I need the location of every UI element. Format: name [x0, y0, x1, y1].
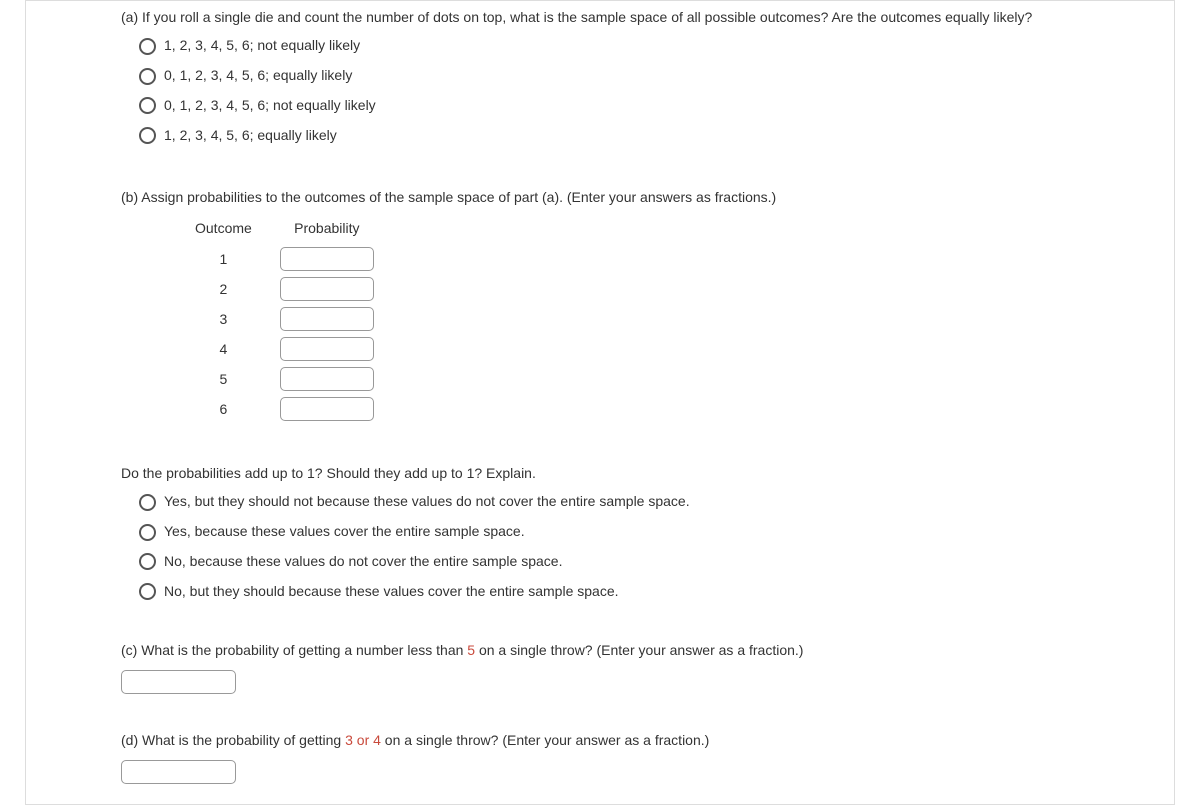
probability-input-3[interactable]: [280, 307, 374, 331]
outcome-cell: 3: [181, 304, 266, 334]
radio-icon[interactable]: [139, 127, 156, 144]
table-row: 6: [181, 394, 388, 424]
option-label: No, but they should because these values…: [164, 580, 619, 604]
part-c-prefix: (c) What is the probability of getting a…: [121, 642, 467, 658]
header-outcome: Outcome: [181, 216, 266, 244]
outcome-cell: 2: [181, 274, 266, 304]
part-c-highlight: 5: [467, 642, 475, 658]
header-probability: Probability: [266, 216, 388, 244]
question-container: (a) If you roll a single die and count t…: [25, 0, 1175, 805]
part-a-option-2[interactable]: 0, 1, 2, 3, 4, 5, 6; not equally likely: [139, 94, 1079, 118]
followup-option-3[interactable]: No, but they should because these values…: [139, 580, 1079, 604]
radio-icon[interactable]: [139, 553, 156, 570]
probability-table: Outcome Probability 1 2 3 4 5: [181, 216, 388, 424]
outcome-cell: 5: [181, 364, 266, 394]
radio-icon[interactable]: [139, 524, 156, 541]
table-row: 5: [181, 364, 388, 394]
part-a-option-0[interactable]: 1, 2, 3, 4, 5, 6; not equally likely: [139, 34, 1079, 58]
option-label: Yes, but they should not because these v…: [164, 490, 690, 514]
radio-icon[interactable]: [139, 68, 156, 85]
part-b-followup: Do the probabilities add up to 1? Should…: [121, 462, 1079, 484]
part-d-input[interactable]: [121, 760, 236, 784]
table-row: 2: [181, 274, 388, 304]
table-row: 1: [181, 244, 388, 274]
part-b-prompt: (b) Assign probabilities to the outcomes…: [121, 186, 1079, 208]
radio-icon[interactable]: [139, 494, 156, 511]
followup-option-2[interactable]: No, because these values do not cover th…: [139, 550, 1079, 574]
table-row: 4: [181, 334, 388, 364]
part-c-prompt: (c) What is the probability of getting a…: [121, 639, 1079, 661]
option-label: 1, 2, 3, 4, 5, 6; equally likely: [164, 124, 337, 148]
option-label: Yes, because these values cover the enti…: [164, 520, 525, 544]
part-d-suffix: on a single throw? (Enter your answer as…: [381, 732, 709, 748]
outcome-cell: 1: [181, 244, 266, 274]
part-a-prompt: (a) If you roll a single die and count t…: [121, 6, 1079, 28]
part-c: (c) What is the probability of getting a…: [121, 639, 1079, 694]
part-d-prefix: (d) What is the probability of getting: [121, 732, 345, 748]
radio-icon[interactable]: [139, 583, 156, 600]
followup-option-0[interactable]: Yes, but they should not because these v…: [139, 490, 1079, 514]
outcome-cell: 4: [181, 334, 266, 364]
part-d-prompt: (d) What is the probability of getting 3…: [121, 729, 1079, 751]
probability-input-6[interactable]: [280, 397, 374, 421]
part-a-option-3[interactable]: 1, 2, 3, 4, 5, 6; equally likely: [139, 124, 1079, 148]
radio-icon[interactable]: [139, 38, 156, 55]
probability-input-4[interactable]: [280, 337, 374, 361]
outcome-cell: 6: [181, 394, 266, 424]
table-row: 3: [181, 304, 388, 334]
option-label: No, because these values do not cover th…: [164, 550, 562, 574]
followup-option-1[interactable]: Yes, because these values cover the enti…: [139, 520, 1079, 544]
part-a-options: 1, 2, 3, 4, 5, 6; not equally likely 0, …: [121, 34, 1079, 147]
option-label: 0, 1, 2, 3, 4, 5, 6; equally likely: [164, 64, 352, 88]
option-label: 1, 2, 3, 4, 5, 6; not equally likely: [164, 34, 360, 58]
part-d-highlight: 3 or 4: [345, 732, 381, 748]
part-c-input[interactable]: [121, 670, 236, 694]
probability-input-5[interactable]: [280, 367, 374, 391]
option-label: 0, 1, 2, 3, 4, 5, 6; not equally likely: [164, 94, 376, 118]
part-d: (d) What is the probability of getting 3…: [121, 729, 1079, 784]
part-c-suffix: on a single throw? (Enter your answer as…: [475, 642, 803, 658]
probability-input-2[interactable]: [280, 277, 374, 301]
part-a-option-1[interactable]: 0, 1, 2, 3, 4, 5, 6; equally likely: [139, 64, 1079, 88]
part-b-followup-options: Yes, but they should not because these v…: [121, 490, 1079, 603]
probability-input-1[interactable]: [280, 247, 374, 271]
radio-icon[interactable]: [139, 97, 156, 114]
